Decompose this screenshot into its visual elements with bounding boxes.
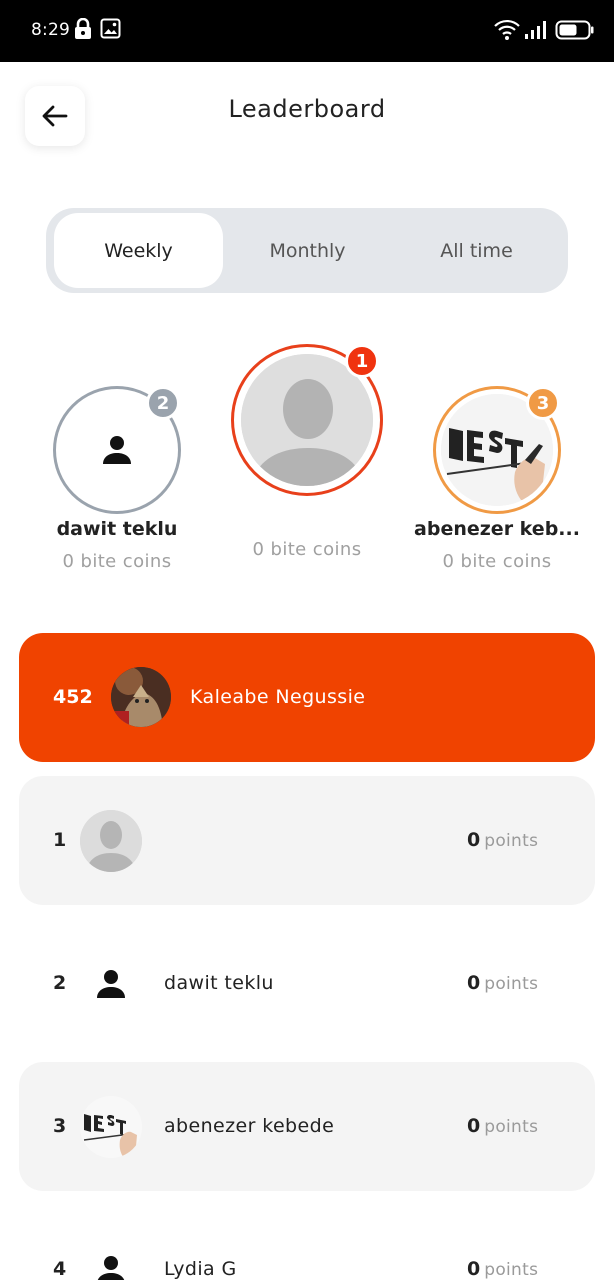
points-label: points	[484, 1117, 539, 1137]
row-points: 0 points	[467, 1258, 538, 1280]
signal-icon	[525, 21, 546, 39]
row-rank: 4	[53, 1258, 67, 1280]
battery-icon	[555, 20, 594, 40]
row-rank: 3	[53, 1115, 67, 1137]
points-label: points	[484, 1260, 539, 1280]
list-item[interactable]: 2 dawit teklu 0 points	[19, 919, 595, 1048]
podium-coins-second: 0 bite coins	[62, 551, 172, 572]
points-value: 0	[467, 1258, 481, 1280]
row-name: Lydia G	[164, 1258, 237, 1280]
rank-badge-second: 2	[146, 386, 180, 420]
tab-weekly[interactable]: Weekly	[54, 213, 223, 288]
row-points: 0 points	[467, 972, 538, 994]
points-value: 0	[467, 1115, 481, 1137]
list-item[interactable]: 3 abenezer kebede 0 points	[19, 1062, 595, 1191]
points-label: points	[484, 831, 539, 851]
status-time: 8:29	[31, 20, 70, 40]
period-tabs: Weekly Monthly All time	[46, 208, 568, 293]
wifi-icon	[494, 19, 520, 40]
page-title: Leaderboard	[228, 95, 386, 123]
rank-badge-third: 3	[526, 386, 560, 420]
podium-name-third: abenezer keb...	[414, 518, 580, 540]
status-bar: 8:29	[0, 0, 614, 62]
row-name: abenezer kebede	[164, 1115, 335, 1137]
person-icon	[103, 436, 131, 464]
current-user-avatar	[111, 667, 171, 727]
row-points: 0 points	[467, 1115, 538, 1137]
lock-icon	[75, 18, 91, 39]
podium-coins-first: 0 bite coins	[252, 539, 362, 560]
current-user-row[interactable]: 452 Kaleabe Negussie	[19, 633, 595, 762]
current-user-score: 452	[53, 686, 93, 708]
list-item[interactable]: 4 Lydia G 0 points	[19, 1205, 595, 1280]
row-rank: 1	[53, 829, 67, 851]
row-name: dawit teklu	[164, 972, 274, 994]
list-item[interactable]: 1 0 points	[19, 776, 595, 905]
row-points: 0 points	[467, 829, 538, 851]
podium-coins-third: 0 bite coins	[442, 551, 552, 572]
tab-monthly[interactable]: Monthly	[223, 213, 392, 288]
rank-badge-first: 1	[345, 344, 379, 378]
default-avatar-icon	[80, 810, 142, 872]
person-icon	[80, 1239, 142, 1280]
current-user-name: Kaleabe Negussie	[190, 686, 366, 708]
points-value: 0	[467, 972, 481, 994]
tab-all-time[interactable]: All time	[392, 213, 561, 288]
image-icon	[100, 18, 121, 39]
person-icon	[80, 953, 142, 1015]
podium-name-second: dawit teklu	[56, 518, 178, 540]
row-rank: 2	[53, 972, 67, 994]
points-label: points	[484, 974, 539, 994]
points-value: 0	[467, 829, 481, 851]
test-image-avatar	[80, 1096, 142, 1158]
